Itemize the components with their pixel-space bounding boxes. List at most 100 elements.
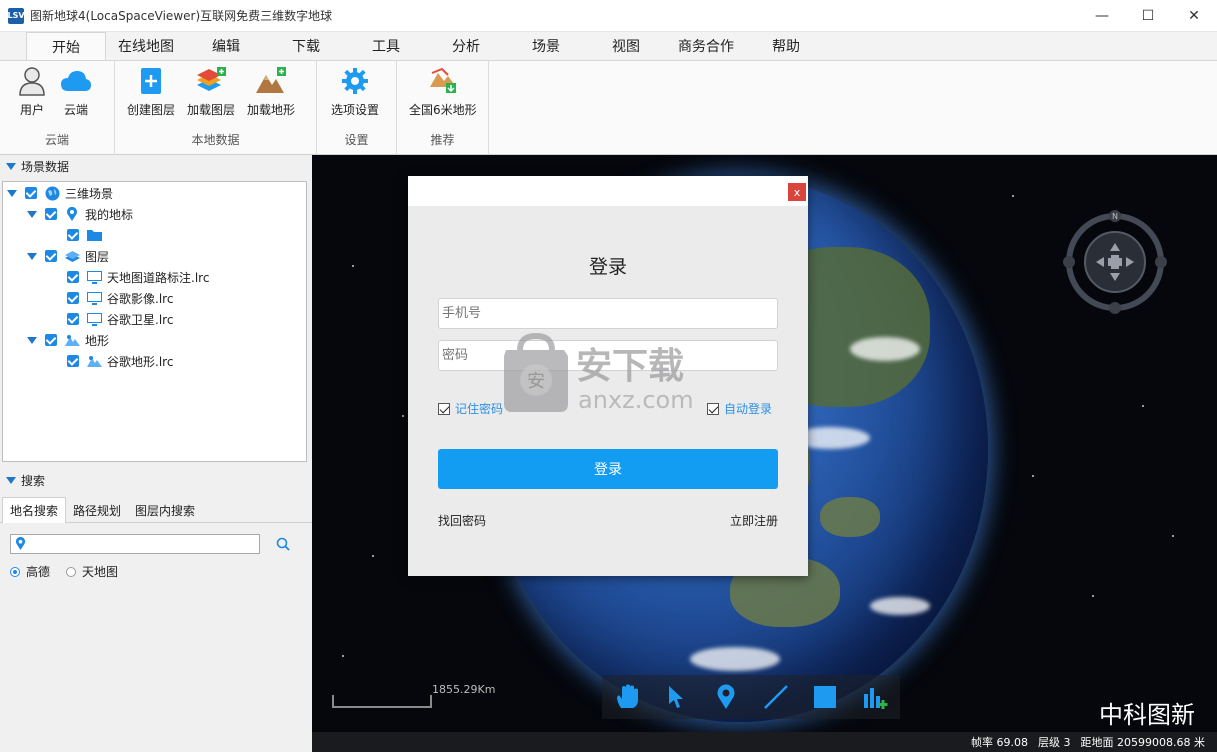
ribbon-group-cloud: 用户 云端 云端	[0, 61, 115, 156]
ribbon-group-label: 设置	[344, 133, 369, 147]
collapse-icon	[6, 162, 16, 170]
search-button[interactable]	[274, 535, 292, 553]
close-button[interactable]: ✕	[1171, 0, 1217, 32]
checkbox[interactable]	[45, 208, 57, 220]
search-title: 搜索	[21, 473, 46, 488]
search-header[interactable]: 搜索	[0, 469, 312, 491]
window-controls: — ☐ ✕	[1079, 0, 1217, 32]
auto-login-label: 自动登录	[724, 402, 773, 416]
fps-readout: 帧率 69.08	[971, 736, 1029, 749]
line-icon[interactable]	[762, 683, 790, 711]
pin-icon[interactable]	[712, 683, 740, 711]
user-button[interactable]: 用户	[10, 65, 54, 118]
maximize-button[interactable]: ☐	[1125, 0, 1171, 32]
radio-gaode[interactable]	[10, 566, 20, 577]
checkbox[interactable]	[67, 313, 79, 325]
scale-bar	[332, 685, 432, 709]
terrain-icon	[64, 332, 80, 348]
create-layer-button[interactable]: 创建图层	[121, 65, 181, 118]
checkbox[interactable]	[25, 187, 37, 199]
load-terrain-button[interactable]: 加载地形	[241, 65, 301, 118]
checkbox[interactable]	[438, 402, 450, 415]
level-readout: 层级 3	[1038, 736, 1071, 749]
radio-tianditu-label: 天地图	[82, 565, 119, 579]
hand-icon[interactable]	[613, 683, 641, 711]
square-icon[interactable]	[811, 683, 839, 711]
collapse-icon	[6, 476, 16, 484]
load-layer-button[interactable]: 加载图层	[181, 65, 241, 118]
terrain-6m-button[interactable]: 全国6米地形	[403, 65, 483, 118]
search-section: 搜索 地名搜索 路径规划 图层内搜索 高德 天地图	[0, 469, 312, 579]
cloud-button[interactable]: 云端	[54, 65, 98, 118]
tree-item-terrain[interactable]: 地形	[27, 330, 109, 350]
expand-icon[interactable]	[7, 189, 17, 197]
navigation-control[interactable]: N	[1060, 207, 1170, 317]
tab-view[interactable]: 视图	[586, 32, 666, 60]
checkbox[interactable]	[67, 271, 79, 283]
gear-icon	[339, 65, 371, 97]
tree-item-label: 谷歌地形.lrc	[107, 354, 174, 369]
search-tabs: 地名搜索 路径规划 图层内搜索	[0, 497, 312, 523]
tab-tools[interactable]: 工具	[346, 32, 426, 60]
tree-item-google-satellite[interactable]: 谷歌卫星.lrc	[67, 309, 173, 329]
checkbox[interactable]	[67, 229, 79, 241]
north-label: N	[1112, 212, 1118, 221]
monitor-icon	[86, 311, 102, 327]
tab-help[interactable]: 帮助	[746, 32, 826, 60]
tab-scene[interactable]: 场景	[506, 32, 586, 60]
tree-item-label: 天地图道路标注.lrc	[107, 270, 210, 285]
remember-password-checkbox[interactable]: 记住密码	[438, 400, 503, 417]
tree-item-tianditu-roads[interactable]: 天地图道路标注.lrc	[67, 267, 209, 287]
forgot-password-link[interactable]: 找回密码	[438, 512, 486, 529]
terrain-6m-label: 全国6米地形	[409, 103, 477, 117]
folder-icon	[86, 227, 102, 243]
tree-item-label: 图层	[85, 249, 110, 264]
watermark-logo: 安 安下载 anxz.com	[500, 332, 715, 416]
scene-data-header[interactable]: 场景数据	[0, 155, 312, 177]
pin-icon	[64, 206, 80, 222]
user-icon	[16, 65, 48, 97]
tree-item-google-terrain[interactable]: 谷歌地形.lrc	[67, 351, 173, 371]
tab-place-search[interactable]: 地名搜索	[2, 497, 67, 523]
left-panel: 场景数据 三维场景 我的地标 图层 天地图道路标注.lrc 谷歌影像.lrc 谷…	[0, 155, 312, 752]
tree-item-3d-scene[interactable]: 三维场景	[7, 183, 113, 203]
tab-layer-search[interactable]: 图层内搜索	[128, 497, 202, 523]
checkbox[interactable]	[45, 250, 57, 262]
tree-item-folder[interactable]	[67, 225, 107, 245]
load-layer-icon	[195, 65, 227, 97]
checkbox[interactable]	[67, 355, 79, 367]
svg-text:安: 安	[527, 371, 545, 392]
dialog-close-button[interactable]: x	[788, 183, 806, 201]
tab-route-planning[interactable]: 路径规划	[66, 497, 128, 523]
auto-login-checkbox[interactable]: 自动登录	[707, 400, 772, 417]
phone-input[interactable]	[438, 298, 778, 329]
chart-add-icon[interactable]	[861, 683, 889, 711]
tab-download[interactable]: 下载	[266, 32, 346, 60]
tab-online-map[interactable]: 在线地图	[106, 32, 186, 60]
minimize-button[interactable]: —	[1079, 0, 1125, 32]
tab-edit[interactable]: 编辑	[186, 32, 266, 60]
tab-business[interactable]: 商务合作	[666, 32, 746, 60]
tree-item-layers[interactable]: 图层	[27, 246, 109, 266]
login-button[interactable]: 登录	[438, 449, 778, 489]
pointer-icon[interactable]	[662, 683, 690, 711]
expand-icon[interactable]	[27, 336, 37, 344]
tab-analysis[interactable]: 分析	[426, 32, 506, 60]
tab-start[interactable]: 开始	[26, 32, 106, 60]
expand-icon[interactable]	[27, 210, 37, 218]
radio-tianditu[interactable]	[66, 566, 77, 577]
options-button[interactable]: 选项设置	[325, 65, 385, 118]
register-link[interactable]: 立即注册	[730, 512, 778, 529]
svg-text:anxz.com: anxz.com	[578, 386, 694, 414]
pin-icon	[15, 537, 26, 550]
search-input[interactable]	[10, 534, 260, 554]
globe-icon	[44, 185, 60, 201]
tree-item-google-imagery[interactable]: 谷歌影像.lrc	[67, 288, 173, 308]
tree-item-my-landmarks[interactable]: 我的地标	[27, 204, 133, 224]
remember-password-label: 记住密码	[455, 402, 504, 416]
expand-icon[interactable]	[27, 252, 37, 260]
checkbox[interactable]	[67, 292, 79, 304]
scale-text: 1855.29Km	[432, 683, 496, 696]
status-bar: 帧率 69.08 层级 3 距地面 20599008.68 米	[312, 732, 1217, 752]
checkbox[interactable]	[45, 334, 57, 346]
